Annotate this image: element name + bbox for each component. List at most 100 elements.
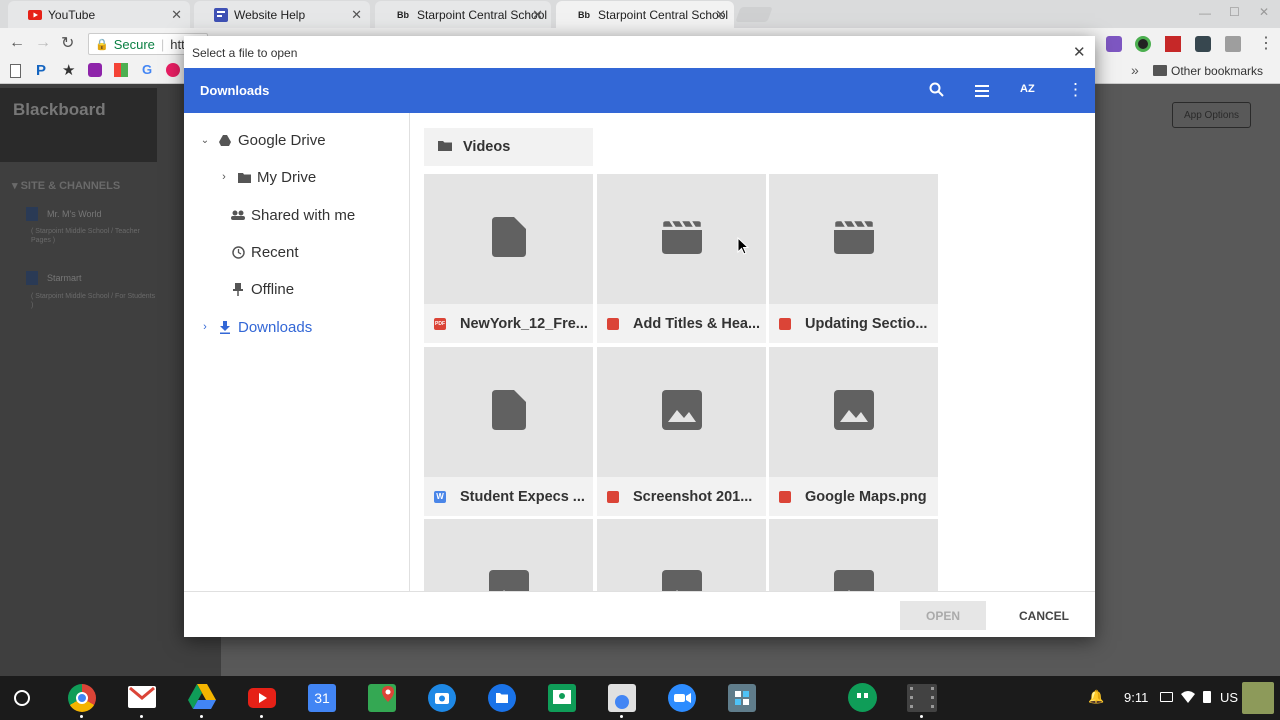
paypal-bookmark-icon[interactable]: P: [36, 62, 46, 79]
files-icon[interactable]: [488, 684, 516, 712]
tree-label: My Drive: [257, 168, 317, 186]
star-bookmark-icon[interactable]: ★: [62, 61, 75, 79]
forms-icon: [214, 7, 228, 22]
cancel-button[interactable]: CANCEL: [1002, 601, 1086, 630]
dialog-footer: OPEN CANCEL: [184, 591, 1095, 637]
folder-item[interactable]: Videos: [424, 128, 593, 166]
apps-bookmark-icon[interactable]: [114, 63, 128, 77]
file-tile[interactable]: [597, 519, 766, 591]
running-indicator: [260, 715, 263, 718]
screen-capture-icon[interactable]: [1160, 692, 1173, 702]
gmail-icon[interactable]: [128, 686, 156, 708]
channel-title[interactable]: Starmart: [47, 273, 82, 283]
running-indicator: [140, 715, 143, 718]
input-method[interactable]: US: [1220, 690, 1238, 705]
reload-icon[interactable]: ↻: [61, 33, 74, 53]
page-bookmark-icon[interactable]: [10, 64, 21, 78]
file-tile[interactable]: PDF NewYork_12_Fre...: [424, 174, 593, 343]
calculator-icon[interactable]: [728, 684, 756, 712]
blackboard-icon: Bb: [578, 9, 590, 20]
video-player-icon[interactable]: [907, 684, 937, 712]
maps-icon[interactable]: [368, 684, 396, 712]
search-icon[interactable]: [929, 82, 945, 103]
more-bookmarks-button[interactable]: »: [1131, 62, 1139, 78]
cursor-icon: [737, 236, 750, 260]
extension-icon[interactable]: [1225, 36, 1241, 52]
dialog-close-icon[interactable]: ✕: [1073, 43, 1086, 61]
video-icon: [832, 218, 875, 259]
chevron-down-icon[interactable]: ⌄: [198, 133, 212, 147]
clock-time[interactable]: 9:11: [1124, 690, 1148, 705]
file-tile[interactable]: Updating Sectio...: [769, 174, 938, 343]
camera-icon[interactable]: [428, 684, 456, 712]
close-tab-icon[interactable]: ✕: [171, 7, 182, 23]
current-location: Downloads: [200, 83, 270, 98]
tab-starpoint-1[interactable]: Bb Starpoint Central School ✕: [375, 1, 551, 28]
file-tile[interactable]: [424, 519, 593, 591]
word-icon: W: [434, 490, 446, 503]
web-store-icon[interactable]: [608, 684, 636, 712]
navigation-tree: ⌄ Google Drive › My Drive Shared with me…: [184, 113, 410, 591]
classroom-icon[interactable]: [548, 684, 576, 712]
tree-offline[interactable]: Offline: [231, 277, 294, 301]
file-grid: Videos PDF NewYork_12_Fre... Add Titles &…: [410, 113, 1095, 591]
tree-my-drive[interactable]: › My Drive: [217, 165, 316, 189]
location-bar: Downloads AZ ⋮: [184, 68, 1095, 113]
bookmark-icon[interactable]: [88, 63, 102, 77]
menu-icon[interactable]: ⋮: [1258, 33, 1274, 53]
chevron-right-icon[interactable]: ›: [198, 320, 212, 334]
image-icon: [661, 389, 702, 435]
zoom-icon[interactable]: [668, 684, 696, 712]
google-bookmark-icon[interactable]: G: [142, 62, 152, 77]
file-tile[interactable]: Screenshot 201...: [597, 347, 766, 516]
wifi-icon[interactable]: [1181, 690, 1195, 708]
minimize-icon[interactable]: —: [1199, 6, 1211, 20]
file-tile[interactable]: Google Maps.png: [769, 347, 938, 516]
hangouts-icon[interactable]: [848, 683, 877, 712]
chrome-icon[interactable]: [68, 684, 96, 712]
tree-recent[interactable]: Recent: [231, 240, 299, 264]
avatar[interactable]: [1242, 682, 1274, 714]
open-button[interactable]: OPEN: [900, 601, 986, 630]
launcher-icon[interactable]: [14, 690, 30, 706]
image-file-icon: [607, 490, 619, 503]
other-bookmarks[interactable]: Other bookmarks: [1171, 64, 1263, 78]
window-close-icon[interactable]: ✕: [1259, 5, 1269, 19]
extension-icon[interactable]: [1135, 36, 1151, 52]
notification-bell-icon[interactable]: 🔔: [1088, 689, 1104, 705]
new-tab-button[interactable]: [735, 7, 773, 22]
close-tab-icon[interactable]: ✕: [715, 7, 726, 23]
list-view-icon[interactable]: [975, 84, 989, 102]
tab-youtube[interactable]: YouTube ✕: [8, 1, 190, 28]
drive-icon[interactable]: [188, 684, 216, 715]
youtube-app-icon[interactable]: [248, 688, 276, 708]
file-tile[interactable]: [769, 519, 938, 591]
extension-icon[interactable]: [1106, 36, 1122, 52]
back-arrow-icon[interactable]: ←: [9, 34, 25, 52]
pdf-icon: PDF: [434, 317, 446, 330]
maximize-icon[interactable]: ☐: [1229, 5, 1240, 19]
extension-icon[interactable]: [1165, 36, 1181, 52]
tab-website-help[interactable]: Website Help ✕: [194, 1, 370, 28]
channel-title[interactable]: Mr. M's World: [47, 209, 102, 219]
battery-icon[interactable]: [1203, 691, 1211, 703]
tree-downloads[interactable]: › Downloads: [198, 315, 312, 339]
file-tile[interactable]: W Student Expecs ...: [424, 347, 593, 516]
more-options-icon[interactable]: ⋮: [1067, 80, 1084, 100]
sort-az-icon[interactable]: AZ: [1020, 83, 1035, 95]
close-tab-icon[interactable]: ✕: [532, 7, 543, 23]
youtube-icon: [28, 9, 42, 21]
file-name: Add Titles & Hea...: [633, 315, 761, 332]
clock-icon: [231, 245, 245, 259]
extension-icon[interactable]: [1195, 36, 1211, 52]
app-options-button[interactable]: App Options: [1172, 102, 1251, 128]
tree-shared[interactable]: Shared with me: [231, 203, 355, 227]
forward-arrow-icon[interactable]: →: [35, 34, 51, 52]
folder-icon: [1153, 65, 1167, 76]
tab-starpoint-2[interactable]: Bb Starpoint Central School ✕: [556, 1, 734, 28]
close-tab-icon[interactable]: ✕: [351, 7, 362, 23]
chevron-right-icon[interactable]: ›: [217, 170, 231, 184]
tree-google-drive[interactable]: ⌄ Google Drive: [198, 128, 326, 152]
calendar-icon[interactable]: 31: [308, 684, 336, 712]
bookmark-icon[interactable]: [166, 63, 180, 77]
